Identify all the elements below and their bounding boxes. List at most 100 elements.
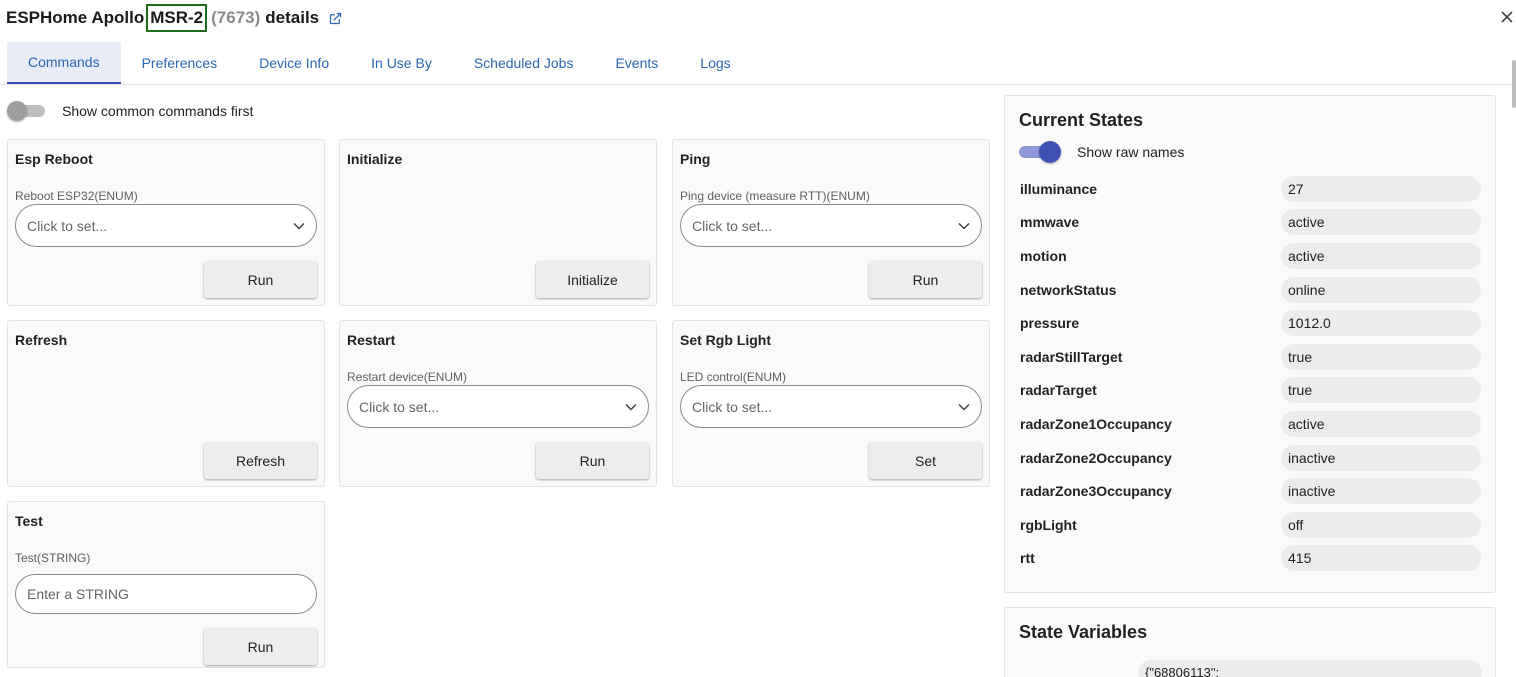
chevron-down-icon [293, 222, 305, 230]
state-value: inactive [1281, 445, 1481, 471]
title-prefix: ESPHome Apollo [6, 8, 145, 27]
state-value: inactive [1281, 478, 1481, 504]
state-name: radarZone2Occupancy [1020, 450, 1172, 466]
ping-select[interactable]: Click to set... [680, 204, 982, 247]
select-placeholder: Click to set... [692, 399, 773, 415]
state-value: active [1281, 243, 1481, 269]
run-button[interactable]: Run [204, 261, 317, 298]
state-value: active [1281, 209, 1481, 235]
state-name: radarZone1Occupancy [1020, 416, 1172, 432]
state-variables-title: State Variables [1019, 622, 1148, 642]
command-card-initialize: Initialize Initialize [339, 139, 657, 306]
raw-names-toggle-row: Show raw names [1019, 141, 1184, 163]
state-name: motion [1020, 248, 1067, 264]
current-states-title: Current States [1019, 110, 1144, 130]
state-row: rgbLight off [1020, 512, 1482, 538]
state-row: radarZone3Occupancy inactive [1020, 478, 1482, 504]
tab-in-use-by[interactable]: In Use By [350, 42, 453, 84]
restart-select[interactable]: Click to set... [347, 385, 649, 428]
test-string-input[interactable] [15, 574, 317, 614]
state-value: true [1281, 377, 1481, 403]
command-card-esp-reboot: Esp Reboot Reboot ESP32(ENUM) Click to s… [7, 139, 325, 306]
select-placeholder: Click to set... [27, 218, 108, 234]
state-name: radarTarget [1020, 382, 1097, 398]
command-title: Restart [347, 332, 396, 348]
command-card-restart: Restart Restart device(ENUM) Click to se… [339, 320, 657, 487]
command-param-label: Restart device(ENUM) [347, 370, 468, 384]
state-row: radarStillTarget true [1020, 344, 1482, 370]
device-id: (7673) [211, 8, 261, 27]
state-row: illuminance 27 [1020, 176, 1482, 202]
state-row: motion active [1020, 243, 1482, 269]
page-title: ESPHome Apollo MSR-2 (7673) details [6, 4, 343, 32]
state-name: radarZone3Occupancy [1020, 483, 1172, 499]
state-variables-panel: State Variables {"68806113": [1004, 607, 1496, 677]
state-name: networkStatus [1020, 282, 1117, 298]
chevron-down-icon [958, 403, 970, 411]
state-row: pressure 1012.0 [1020, 310, 1482, 336]
chevron-down-icon [625, 403, 637, 411]
state-row: radarZone1Occupancy active [1020, 411, 1482, 437]
close-icon[interactable] [1498, 8, 1516, 26]
run-button[interactable]: Run [536, 442, 649, 479]
command-param-label: Reboot ESP32(ENUM) [15, 189, 138, 203]
tab-events[interactable]: Events [594, 42, 679, 84]
state-name: radarStillTarget [1020, 349, 1123, 365]
state-value: active [1281, 411, 1481, 437]
state-name: illuminance [1020, 181, 1098, 197]
set-button[interactable]: Set [869, 442, 982, 479]
run-button[interactable]: Run [869, 261, 982, 298]
initialize-button[interactable]: Initialize [536, 261, 649, 298]
tab-scheduled-jobs[interactable]: Scheduled Jobs [453, 42, 595, 84]
state-row: rtt 415 [1020, 545, 1482, 571]
tab-divider [0, 84, 1512, 85]
state-variable-value: {"68806113": [1138, 660, 1482, 677]
refresh-button[interactable]: Refresh [204, 442, 317, 479]
command-card-refresh: Refresh Refresh [7, 320, 325, 487]
current-states-panel: Current States Show raw names illuminanc… [1004, 95, 1496, 593]
state-value: 27 [1281, 176, 1481, 202]
state-name: mmwave [1020, 214, 1080, 230]
state-row: mmwave active [1020, 209, 1482, 235]
command-title: Set Rgb Light [680, 332, 771, 348]
tab-commands[interactable]: Commands [7, 42, 121, 84]
common-commands-toggle-row: Show common commands first [7, 101, 253, 121]
state-value: 1012.0 [1281, 310, 1481, 336]
tab-preferences[interactable]: Preferences [121, 42, 238, 84]
command-param-label: LED control(ENUM) [680, 370, 787, 384]
tab-bar: Commands Preferences Device Info In Use … [7, 42, 752, 84]
chevron-down-icon [958, 222, 970, 230]
state-row: radarZone2Occupancy inactive [1020, 445, 1482, 471]
scrollbar[interactable] [1512, 60, 1516, 108]
state-row: networkStatus online [1020, 277, 1482, 303]
tab-device-info[interactable]: Device Info [238, 42, 350, 84]
tab-logs[interactable]: Logs [679, 42, 751, 84]
state-value: 415 [1281, 545, 1481, 571]
command-card-ping: Ping Ping device (measure RTT)(ENUM) Cli… [672, 139, 990, 306]
external-link-icon[interactable] [328, 11, 343, 26]
command-card-test: Test Test(STRING) Run [7, 501, 325, 668]
state-value: true [1281, 344, 1481, 370]
state-name: pressure [1020, 315, 1080, 331]
run-button[interactable]: Run [204, 628, 317, 665]
title-model-highlight: MSR-2 [146, 4, 208, 32]
state-name: rtt [1020, 550, 1035, 566]
common-commands-label: Show common commands first [62, 103, 254, 119]
select-placeholder: Click to set... [692, 218, 773, 234]
led-control-select[interactable]: Click to set... [680, 385, 982, 428]
raw-names-toggle[interactable] [1019, 141, 1061, 163]
state-name: rgbLight [1020, 517, 1077, 533]
state-row: radarTarget true [1020, 377, 1482, 403]
select-placeholder: Click to set... [359, 399, 440, 415]
title-suffix: details [265, 8, 320, 27]
raw-names-label: Show raw names [1077, 144, 1185, 160]
command-title: Refresh [15, 332, 68, 348]
command-title: Ping [680, 151, 711, 167]
command-title: Initialize [347, 151, 403, 167]
state-value: off [1281, 512, 1481, 538]
common-commands-toggle[interactable] [7, 101, 45, 121]
command-title: Esp Reboot [15, 151, 93, 167]
state-value: online [1281, 277, 1481, 303]
reboot-select[interactable]: Click to set... [15, 204, 317, 247]
command-param-label: Ping device (measure RTT)(ENUM) [680, 189, 870, 203]
